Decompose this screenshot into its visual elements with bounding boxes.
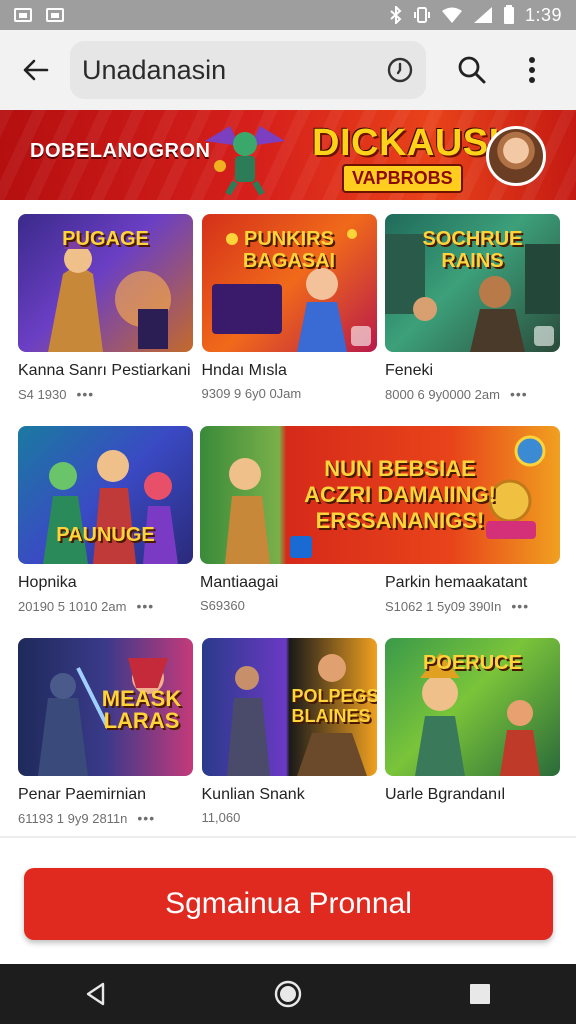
banner-left-text: DOBELANOGRON — [30, 140, 211, 162]
game-thumbnail[interactable]: PUNKIRS BAGASAI — [201, 214, 377, 352]
nav-back-button[interactable] — [66, 964, 126, 1024]
game-card-wide[interactable]: NUN BEBSIAE ACZRI DAMAIING! ERSSANANIGS!… — [200, 426, 560, 638]
photo-icon — [46, 8, 64, 22]
game-thumbnail[interactable]: NUN BEBSIAE ACZRI DAMAIING! ERSSANANIGS! — [200, 426, 560, 564]
nav-recents-button[interactable] — [450, 964, 510, 1024]
game-title[interactable]: Feneki — [385, 362, 560, 380]
triangle-back-icon — [86, 982, 105, 1006]
signal-icon — [473, 7, 492, 23]
badge-icon — [534, 326, 554, 346]
game-card[interactable]: POERUCE Uarle Bgrandanıl — [385, 638, 560, 850]
game-row: MEASK LARAS Penar Paemirnian 61193 1 9y9… — [18, 638, 560, 850]
square-recents-icon — [470, 984, 490, 1004]
game-meta-text: 8000 6 9y0000 2am — [385, 386, 500, 402]
game-title[interactable]: Mantiaagai — [200, 574, 375, 592]
game-card[interactable]: MEASK LARAS Penar Paemirnian 61193 1 9y9… — [18, 638, 193, 850]
game-meta: 61193 1 9y9 2811n ••• — [18, 810, 193, 826]
game-thumbnail[interactable]: SOCHRUE RAINS — [385, 214, 560, 352]
game-title[interactable]: Hopnika — [18, 574, 193, 592]
more-horizontal-icon[interactable]: ••• — [136, 598, 154, 614]
game-grid: PUGAGE Kanna Sanrı Pestiarkani S4 1930 •… — [18, 214, 560, 850]
banner-avatar — [486, 126, 546, 186]
game-meta: 9309 9 6y0 0Jam — [202, 386, 377, 401]
vibrate-icon — [413, 7, 430, 23]
clock-time: 1:39 — [524, 4, 562, 25]
badge-icon — [350, 326, 371, 346]
search-field[interactable]: Unadanasin — [70, 41, 426, 99]
battery-icon — [503, 5, 514, 24]
banner-subtitle: VAPBROBS — [342, 164, 463, 193]
game-title[interactable]: Kanna Sanrı Pestiarkani — [18, 362, 193, 380]
game-meta-text: 20190 5 1010 2am — [18, 598, 127, 614]
game-title[interactable]: Parkin hemaakatant — [385, 574, 560, 592]
back-button[interactable] — [0, 30, 70, 110]
overflow-menu-button[interactable] — [502, 30, 562, 110]
game-art-title: PUGAGE — [62, 228, 149, 250]
clock-icon[interactable] — [386, 56, 414, 84]
promo-banner[interactable]: DOBELANOGRON DICKAUSK VAPBROBS — [0, 110, 576, 200]
game-card[interactable]: POLPEGS BLAINES Kunlian Snank 11,060 — [201, 638, 377, 850]
game-card[interactable]: PUNKIRS BAGASAI Hndaı Mısla 9309 9 6y0 0… — [201, 214, 377, 426]
status-bar: 1:39 — [0, 0, 576, 30]
gallery-icon — [14, 8, 32, 22]
game-meta: 8000 6 9y0000 2am ••• — [385, 386, 560, 402]
game-thumbnail[interactable]: PAUNUGE — [18, 426, 193, 564]
game-meta-text: 9309 9 6y0 0Jam — [201, 386, 302, 401]
game-meta-text: S69360 — [200, 598, 245, 613]
game-art-title: NUN BEBSIAE ACZRI DAMAIING! ERSSANANIGS! — [304, 456, 496, 533]
game-title[interactable]: Uarle Bgrandanıl — [385, 786, 560, 804]
game-card[interactable]: SOCHRUE RAINS Feneki 8000 6 9y0000 2am •… — [385, 214, 560, 426]
more-horizontal-icon[interactable]: ••• — [510, 386, 528, 402]
nav-home-button[interactable] — [258, 964, 318, 1024]
more-horizontal-icon[interactable]: ••• — [76, 386, 94, 402]
game-row: PUGAGE Kanna Sanrı Pestiarkani S4 1930 •… — [18, 214, 560, 426]
more-horizontal-icon[interactable]: ••• — [511, 598, 529, 614]
search-query-text[interactable]: Unadanasin — [82, 55, 386, 86]
game-thumbnail[interactable]: MEASK LARAS — [18, 638, 193, 776]
bluetooth-icon — [390, 6, 402, 24]
app-bar: Unadanasin — [0, 30, 576, 110]
wifi-icon — [441, 7, 462, 23]
game-thumbnail[interactable]: POERUCE — [385, 638, 560, 776]
arrow-left-icon — [23, 59, 49, 81]
game-meta-text: S4 1930 — [18, 386, 67, 402]
game-art-title: PAUNUGE — [56, 524, 155, 546]
game-meta: 11,060 — [202, 810, 377, 825]
game-meta: 20190 5 1010 2am ••• — [18, 598, 193, 614]
circle-home-icon — [274, 980, 302, 1008]
more-vertical-icon — [529, 57, 535, 83]
game-art-title: POLPEGS BLAINES — [291, 686, 377, 726]
game-card[interactable]: PAUNUGE Hopnika 20190 5 1010 2am ••• — [18, 426, 193, 638]
game-art-title: PUNKIRS BAGASAI — [242, 228, 336, 272]
search-button[interactable] — [442, 30, 502, 110]
banner-character-art — [205, 126, 285, 196]
primary-action-button[interactable]: Sgmainua Pronnal — [24, 868, 553, 940]
game-thumbnail[interactable]: PUGAGE — [18, 214, 193, 352]
search-icon — [458, 56, 486, 84]
game-row: PAUNUGE Hopnika 20190 5 1010 2am ••• NUN… — [18, 426, 560, 638]
game-art-title: POERUCE — [423, 652, 522, 674]
game-meta-text: 11,060 — [201, 810, 241, 825]
game-card[interactable]: PUGAGE Kanna Sanrı Pestiarkani S4 1930 •… — [18, 214, 193, 426]
game-title[interactable]: Penar Paemirnian — [18, 786, 193, 804]
game-meta-text: S1062 1 5y09 390In — [385, 598, 502, 614]
game-thumbnail[interactable]: POLPEGS BLAINES — [201, 638, 377, 776]
game-meta: S4 1930 ••• — [18, 386, 193, 402]
game-art-title: MEASK LARAS — [101, 686, 182, 733]
system-nav-bar — [0, 964, 576, 1024]
game-title[interactable]: Hndaı Mısla — [202, 362, 377, 380]
more-horizontal-icon[interactable]: ••• — [137, 810, 155, 826]
game-title[interactable]: Kunlian Snank — [202, 786, 377, 804]
game-art-title: SOCHRUE RAINS — [422, 228, 523, 272]
game-meta: S69360 — [200, 598, 375, 613]
divider — [0, 836, 576, 838]
game-meta-text: 61193 1 9y9 2811n — [18, 810, 128, 826]
game-meta: S1062 1 5y09 390In ••• — [385, 598, 560, 614]
